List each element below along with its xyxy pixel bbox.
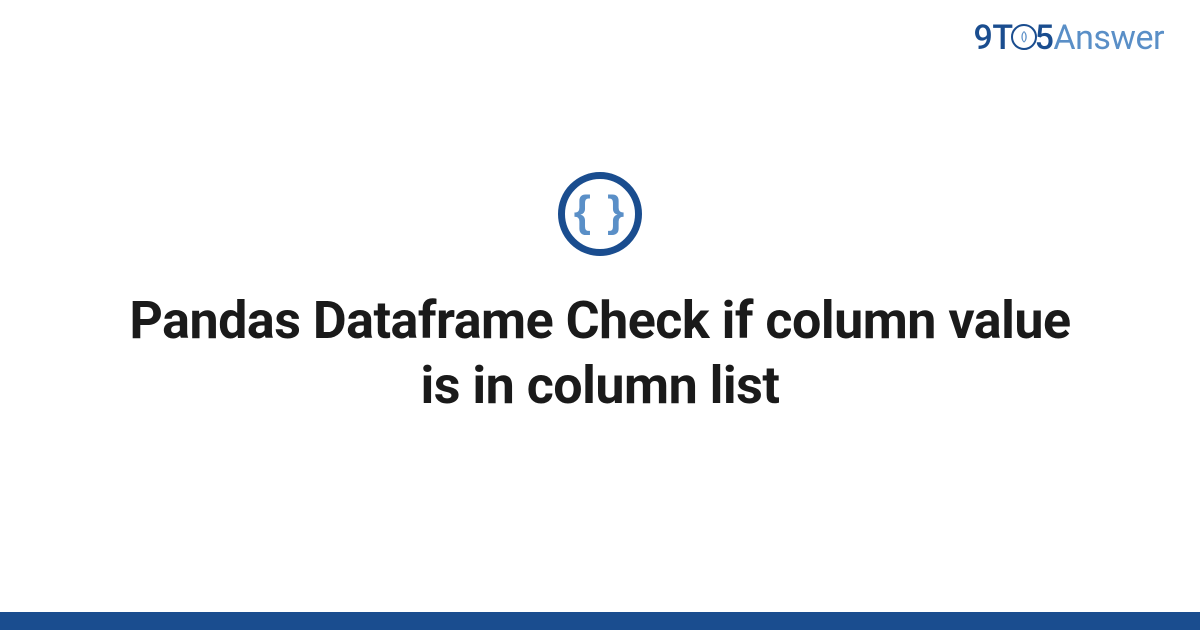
code-braces-icon: { }: [558, 172, 642, 256]
braces-glyph: { }: [574, 190, 626, 234]
main-content: { } Pandas Dataframe Check if column val…: [0, 0, 1200, 630]
footer-accent-bar: [0, 612, 1200, 630]
page-title: Pandas Dataframe Check if column value i…: [120, 288, 1080, 418]
